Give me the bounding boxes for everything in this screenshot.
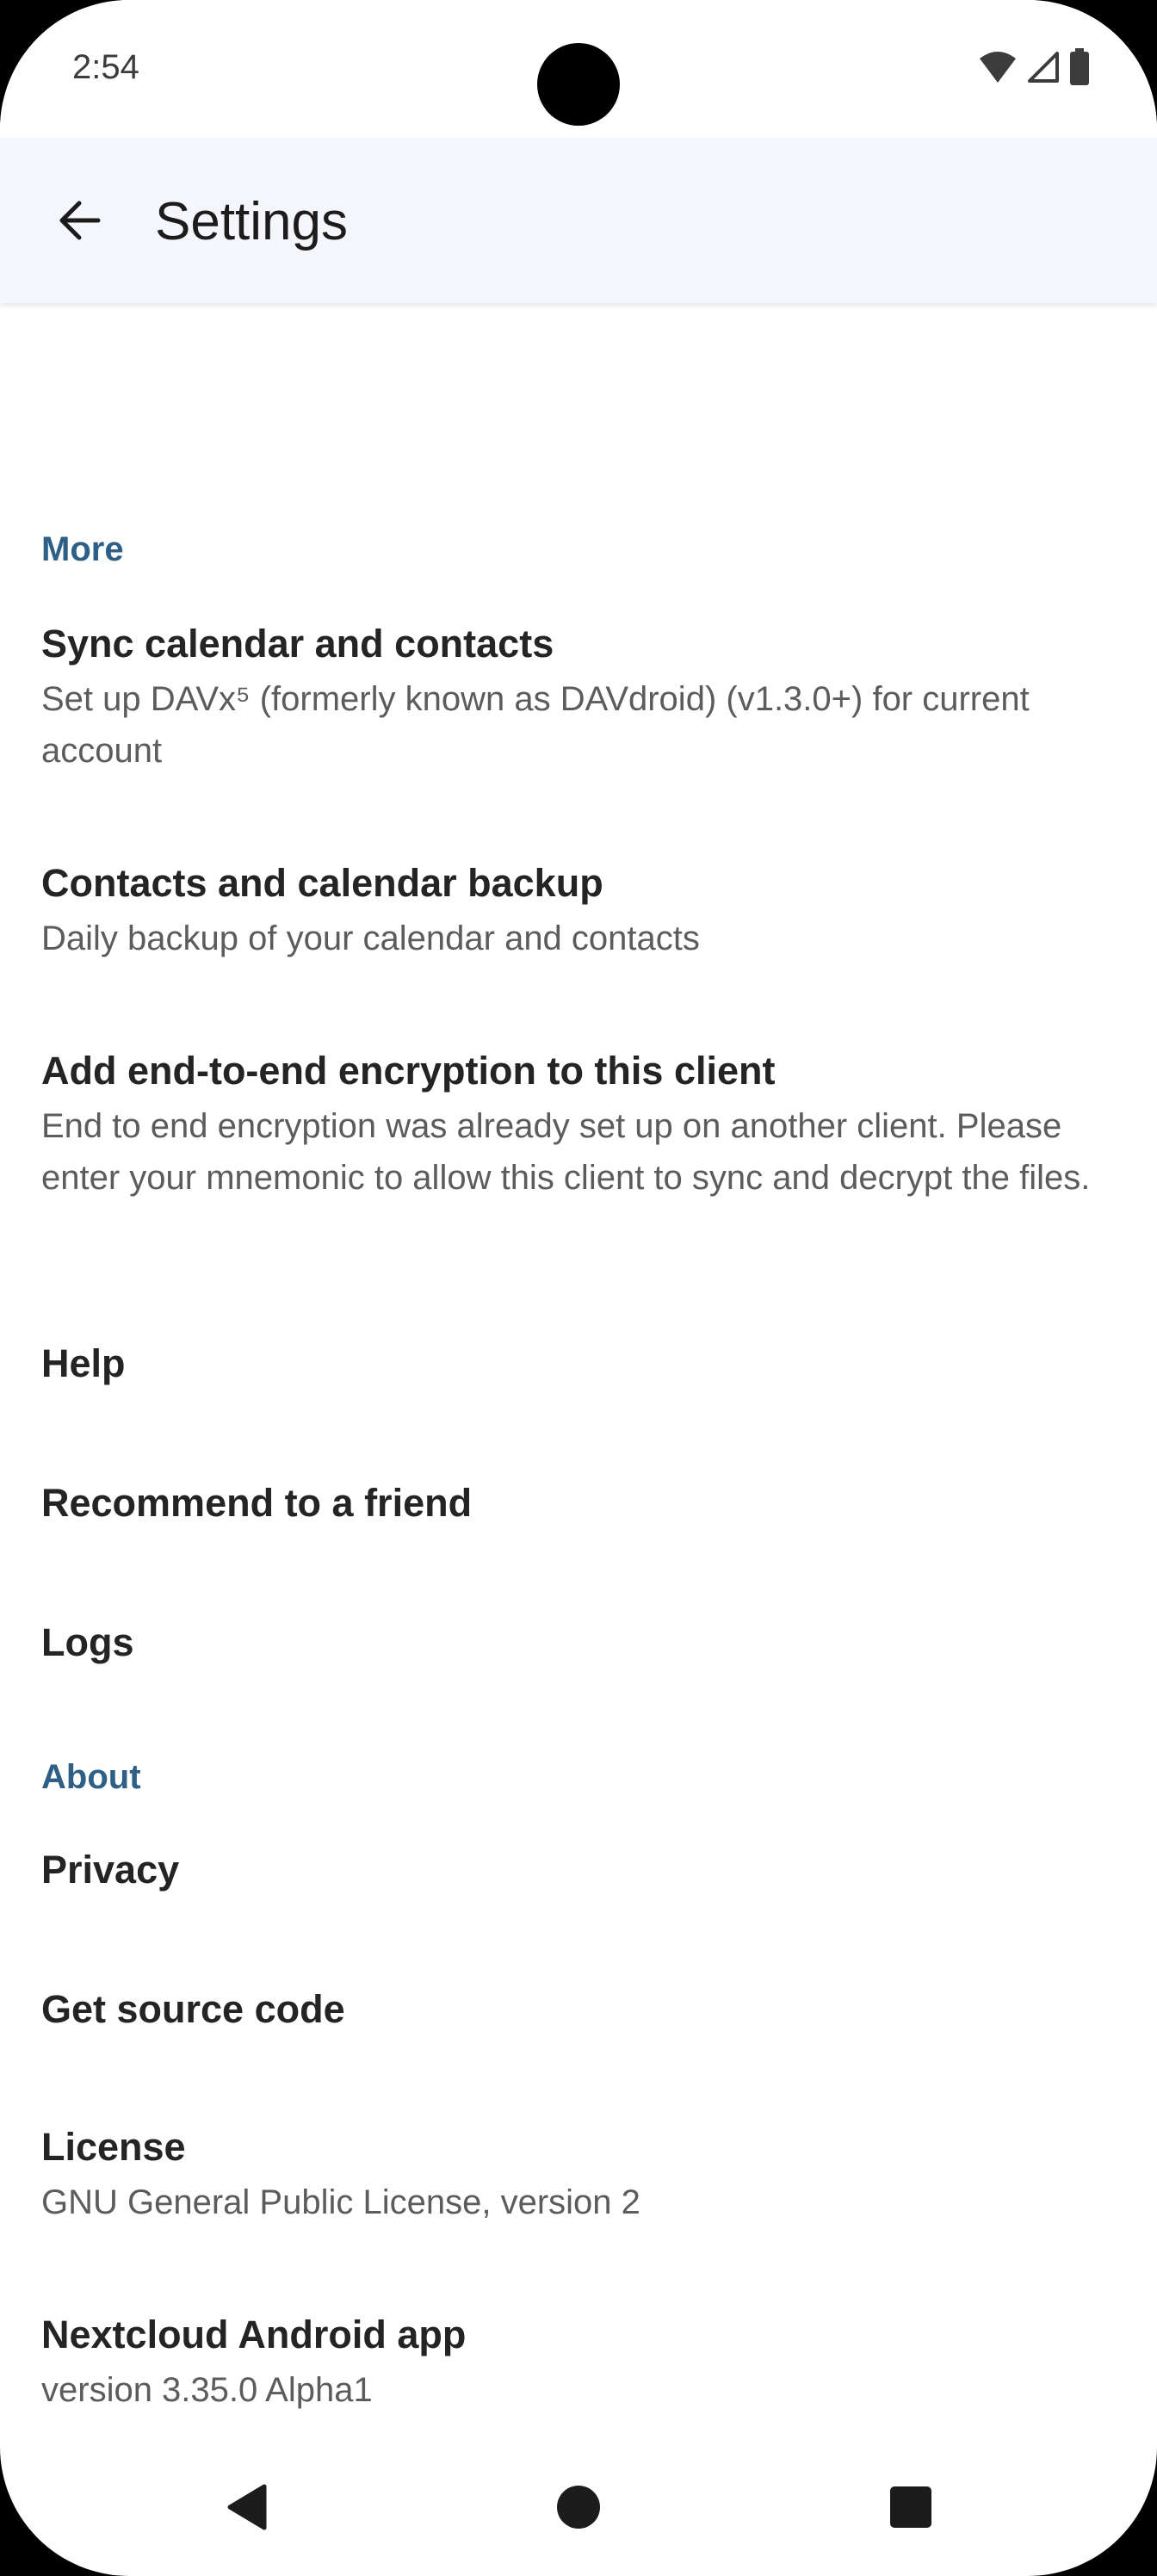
pref-title: Contacts and calendar backup [41, 861, 603, 905]
screen: 2:54 Settings More Sync calendar and con… [0, 0, 1157, 2576]
nav-back-icon [227, 2484, 267, 2530]
section-header-about: About [41, 1758, 141, 1796]
pref-title: Logs [41, 1620, 134, 1664]
wifi-icon [980, 52, 1016, 83]
status-icons [978, 46, 1090, 88]
pref-summary: Daily backup of your calendar and contac… [41, 920, 700, 957]
section-header-more: More [41, 530, 124, 568]
nav-home-button[interactable] [542, 2471, 615, 2543]
pref-summary: GNU General Public License, version 2 [41, 2183, 640, 2221]
arrow-back-icon [59, 201, 101, 240]
pref-title: Get source code [41, 1987, 345, 2031]
nav-recents-icon [890, 2486, 931, 2528]
back-button[interactable] [34, 176, 124, 265]
battery-icon [1070, 48, 1089, 85]
pref-summary: Set up DAVx⁵ (formerly known as DAVdroid… [41, 680, 1030, 770]
pref-title: Nextcloud Android app [41, 2313, 467, 2356]
nav-back-button[interactable] [210, 2471, 282, 2543]
pref-summary: End to end encryption was already set up… [41, 1107, 1091, 1197]
page-title: Settings [155, 192, 349, 251]
status-time: 2:54 [72, 48, 139, 86]
system-navigation-bar [0, 2454, 1157, 2576]
pref-summary: version 3.35.0 Alpha1 [41, 2371, 373, 2409]
nav-home-icon [557, 2486, 600, 2529]
pref-title: Privacy [41, 1848, 180, 1892]
pref-title: Sync calendar and contacts [41, 622, 554, 666]
cellular-signal-icon [1028, 52, 1059, 83]
pref-title: Recommend to a friend [41, 1481, 473, 1525]
pref-title: Help [41, 1341, 126, 1385]
pref-title: License [41, 2125, 186, 2169]
camera-cutout [537, 43, 620, 126]
pref-title: Add end-to-end encryption to this client [41, 1049, 776, 1093]
app-bar: Settings [0, 138, 1157, 303]
nav-recents-button[interactable] [875, 2471, 947, 2543]
status-bar: 2:54 [0, 0, 1157, 138]
